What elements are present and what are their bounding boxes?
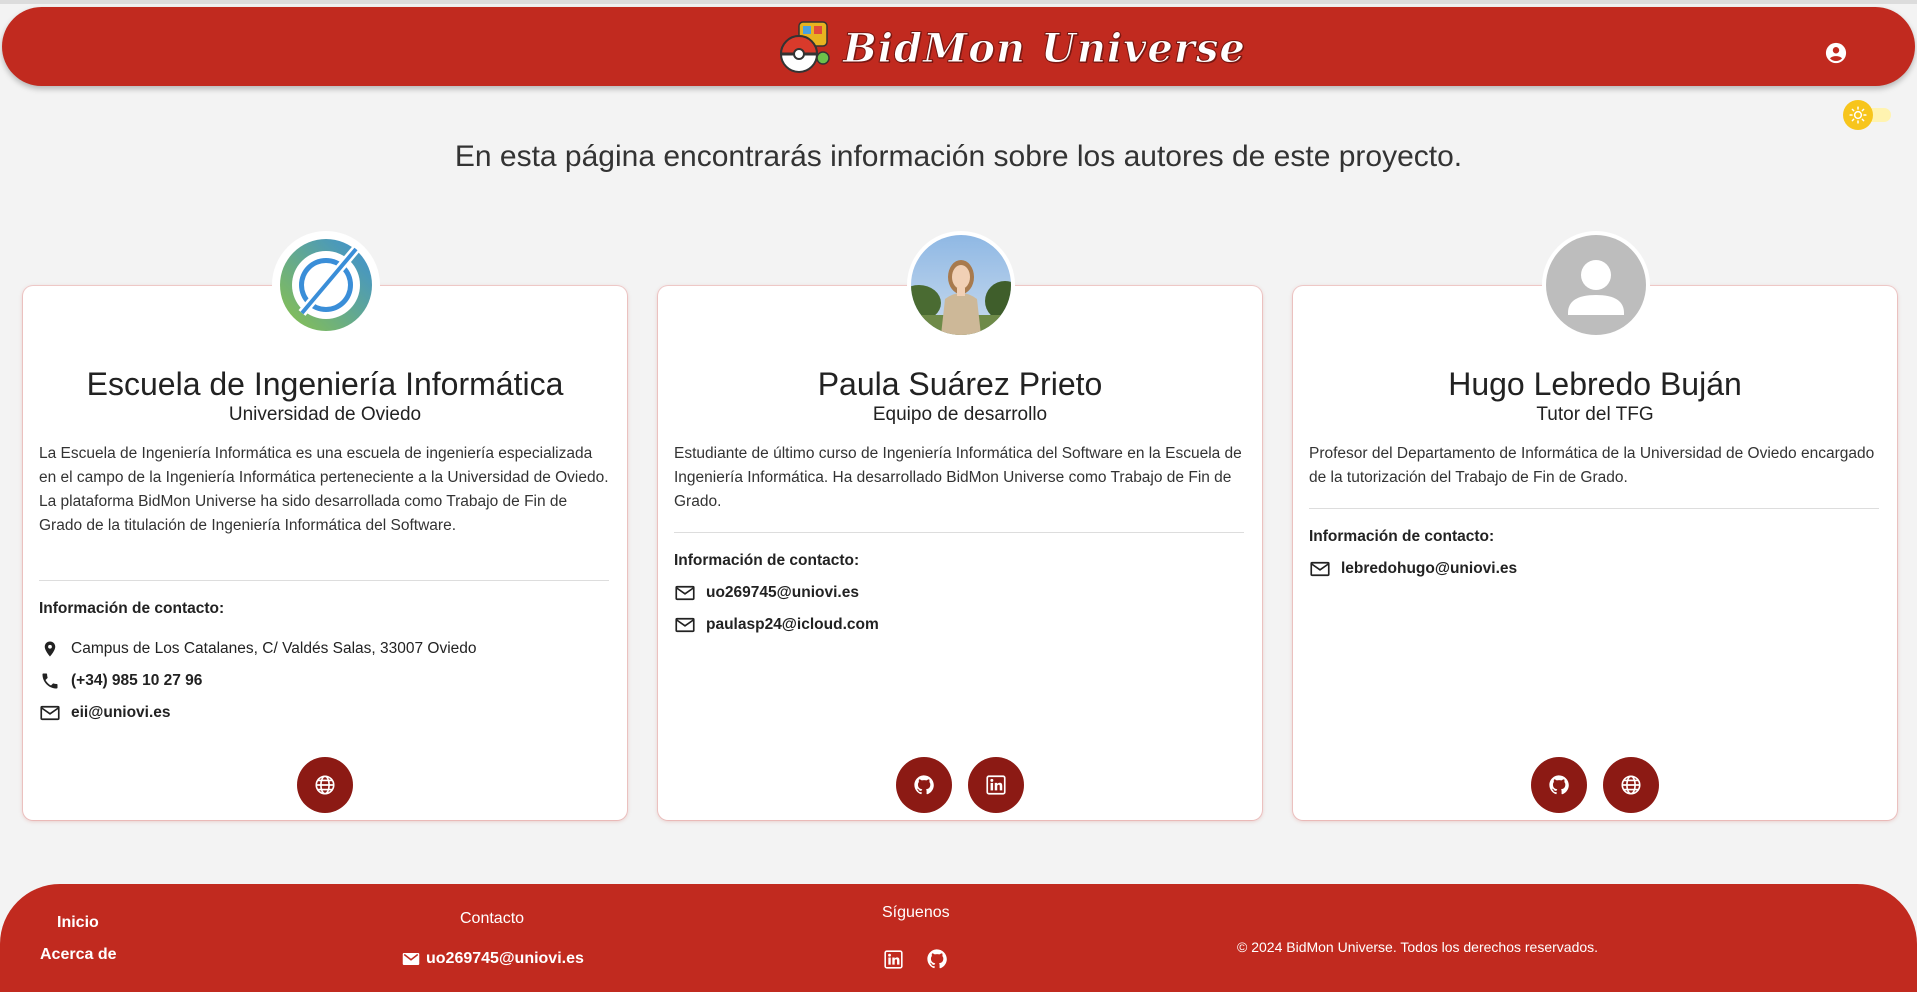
- footer-copyright: © 2024 BidMon Universe. Todos los derech…: [1237, 939, 1599, 955]
- contact-email[interactable]: uo269745@uniovi.es: [674, 582, 859, 604]
- mail-icon: [39, 702, 61, 724]
- location-pin-icon: [39, 638, 61, 660]
- card-description: La Escuela de Ingeniería Informática es …: [39, 442, 609, 538]
- footer-social-links: [882, 948, 948, 970]
- github-icon: [914, 775, 934, 795]
- footer-linkedin-link[interactable]: [882, 948, 904, 970]
- contact-text: paulasp24@icloud.com: [706, 616, 879, 633]
- contact-title: Información de contacto:: [1309, 528, 1495, 545]
- contact-text: Campus de Los Catalanes, C/ Valdés Salas…: [71, 640, 477, 657]
- footer-contact-title: Contacto: [460, 910, 525, 927]
- website-button[interactable]: [1603, 757, 1659, 813]
- description-paragraph: Estudiante de último curso de Ingeniería…: [674, 445, 1242, 510]
- account-button[interactable]: [1824, 41, 1848, 65]
- account-circle-icon: [1825, 42, 1847, 64]
- description-paragraph: La plataforma BidMon Universe ha sido de…: [39, 493, 568, 534]
- mail-icon: [674, 614, 696, 636]
- page-intro: En esta página encontrarás información s…: [454, 140, 1463, 173]
- linkedin-icon: [986, 775, 1006, 795]
- description-paragraph: La Escuela de Ingeniería Informática es …: [39, 445, 609, 486]
- divider: [39, 580, 609, 581]
- footer-email-text: uo269745@uniovi.es: [426, 950, 584, 967]
- theme-toggle[interactable]: [1843, 100, 1893, 130]
- footer-github-link[interactable]: [926, 948, 948, 970]
- contact-email[interactable]: eii@uniovi.es: [39, 702, 171, 724]
- mail-icon: [402, 953, 420, 965]
- github-icon: [1549, 775, 1569, 795]
- globe-icon: [1621, 775, 1641, 795]
- github-button[interactable]: [1531, 757, 1587, 813]
- contact-title: Información de contacto:: [674, 552, 860, 569]
- contact-email[interactable]: paulasp24@icloud.com: [674, 614, 879, 636]
- contact-text: (+34) 985 10 27 96: [71, 672, 203, 689]
- card-actions: [658, 757, 1262, 813]
- card-role: Universidad de Oviedo: [228, 404, 422, 425]
- card-description: Profesor del Departamento de Informática…: [1309, 442, 1879, 490]
- contact-text: uo269745@uniovi.es: [706, 584, 859, 601]
- github-icon: [927, 949, 947, 969]
- card-description: Estudiante de último curso de Ingeniería…: [674, 442, 1244, 514]
- contact-phone[interactable]: (+34) 985 10 27 96: [39, 670, 202, 692]
- card-name: Paula Suárez Prieto: [817, 366, 1103, 402]
- header-bar: BidMon Universe: [2, 7, 1915, 86]
- linkedin-button[interactable]: [968, 757, 1024, 813]
- school-logo: [272, 231, 380, 339]
- card-actions: [1293, 757, 1897, 813]
- pokeball-logo-icon: [777, 18, 837, 78]
- card-actions: [23, 757, 627, 813]
- card-role: Tutor del TFG: [1536, 404, 1654, 425]
- contact-text: eii@uniovi.es: [71, 704, 171, 721]
- globe-icon: [315, 775, 335, 795]
- footer-follow-title: Síguenos: [882, 904, 950, 921]
- app-name: BidMon Universe: [843, 24, 1246, 72]
- phone-icon: [39, 670, 61, 692]
- divider: [674, 532, 1244, 533]
- contact-text: lebredohugo@uniovi.es: [1341, 560, 1518, 577]
- contact-email[interactable]: lebredohugo@uniovi.es: [1309, 558, 1517, 580]
- contact-title: Información de contacto:: [39, 600, 225, 617]
- person-photo: [907, 231, 1015, 339]
- divider: [1309, 508, 1879, 509]
- linkedin-icon: [883, 949, 903, 969]
- author-card-tutor: Hugo Lebredo Buján Tutor del TFG Profeso…: [1293, 231, 1897, 820]
- website-button[interactable]: [297, 757, 353, 813]
- theme-toggle-thumb: [1843, 100, 1873, 130]
- footer-link-inicio[interactable]: Inicio: [57, 914, 99, 932]
- description-paragraph: Profesor del Departamento de Informática…: [1309, 445, 1875, 486]
- contact-address: Campus de Los Catalanes, C/ Valdés Salas…: [39, 638, 477, 660]
- card-name: Hugo Lebredo Buján: [1448, 366, 1742, 402]
- github-button[interactable]: [896, 757, 952, 813]
- author-card-school: Escuela de Ingeniería Informática Univer…: [23, 231, 627, 820]
- top-border: [0, 0, 1917, 4]
- footer-contact-email[interactable]: uo269745@uniovi.es: [402, 950, 584, 968]
- sun-icon: [1849, 106, 1867, 124]
- card-name: Escuela de Ingeniería Informática: [86, 366, 564, 402]
- app-logo[interactable]: BidMon Universe: [777, 18, 1246, 78]
- card-role: Equipo de desarrollo: [872, 404, 1048, 425]
- mail-icon: [674, 582, 696, 604]
- default-person-avatar: [1542, 231, 1650, 339]
- author-card-developer: Paula Suárez Prieto Equipo de desarrollo…: [658, 231, 1262, 820]
- mail-icon: [1309, 558, 1331, 580]
- footer: Inicio Acerca de Contacto uo269745@uniov…: [0, 884, 1917, 992]
- footer-link-acerca-de[interactable]: Acerca de: [40, 946, 117, 964]
